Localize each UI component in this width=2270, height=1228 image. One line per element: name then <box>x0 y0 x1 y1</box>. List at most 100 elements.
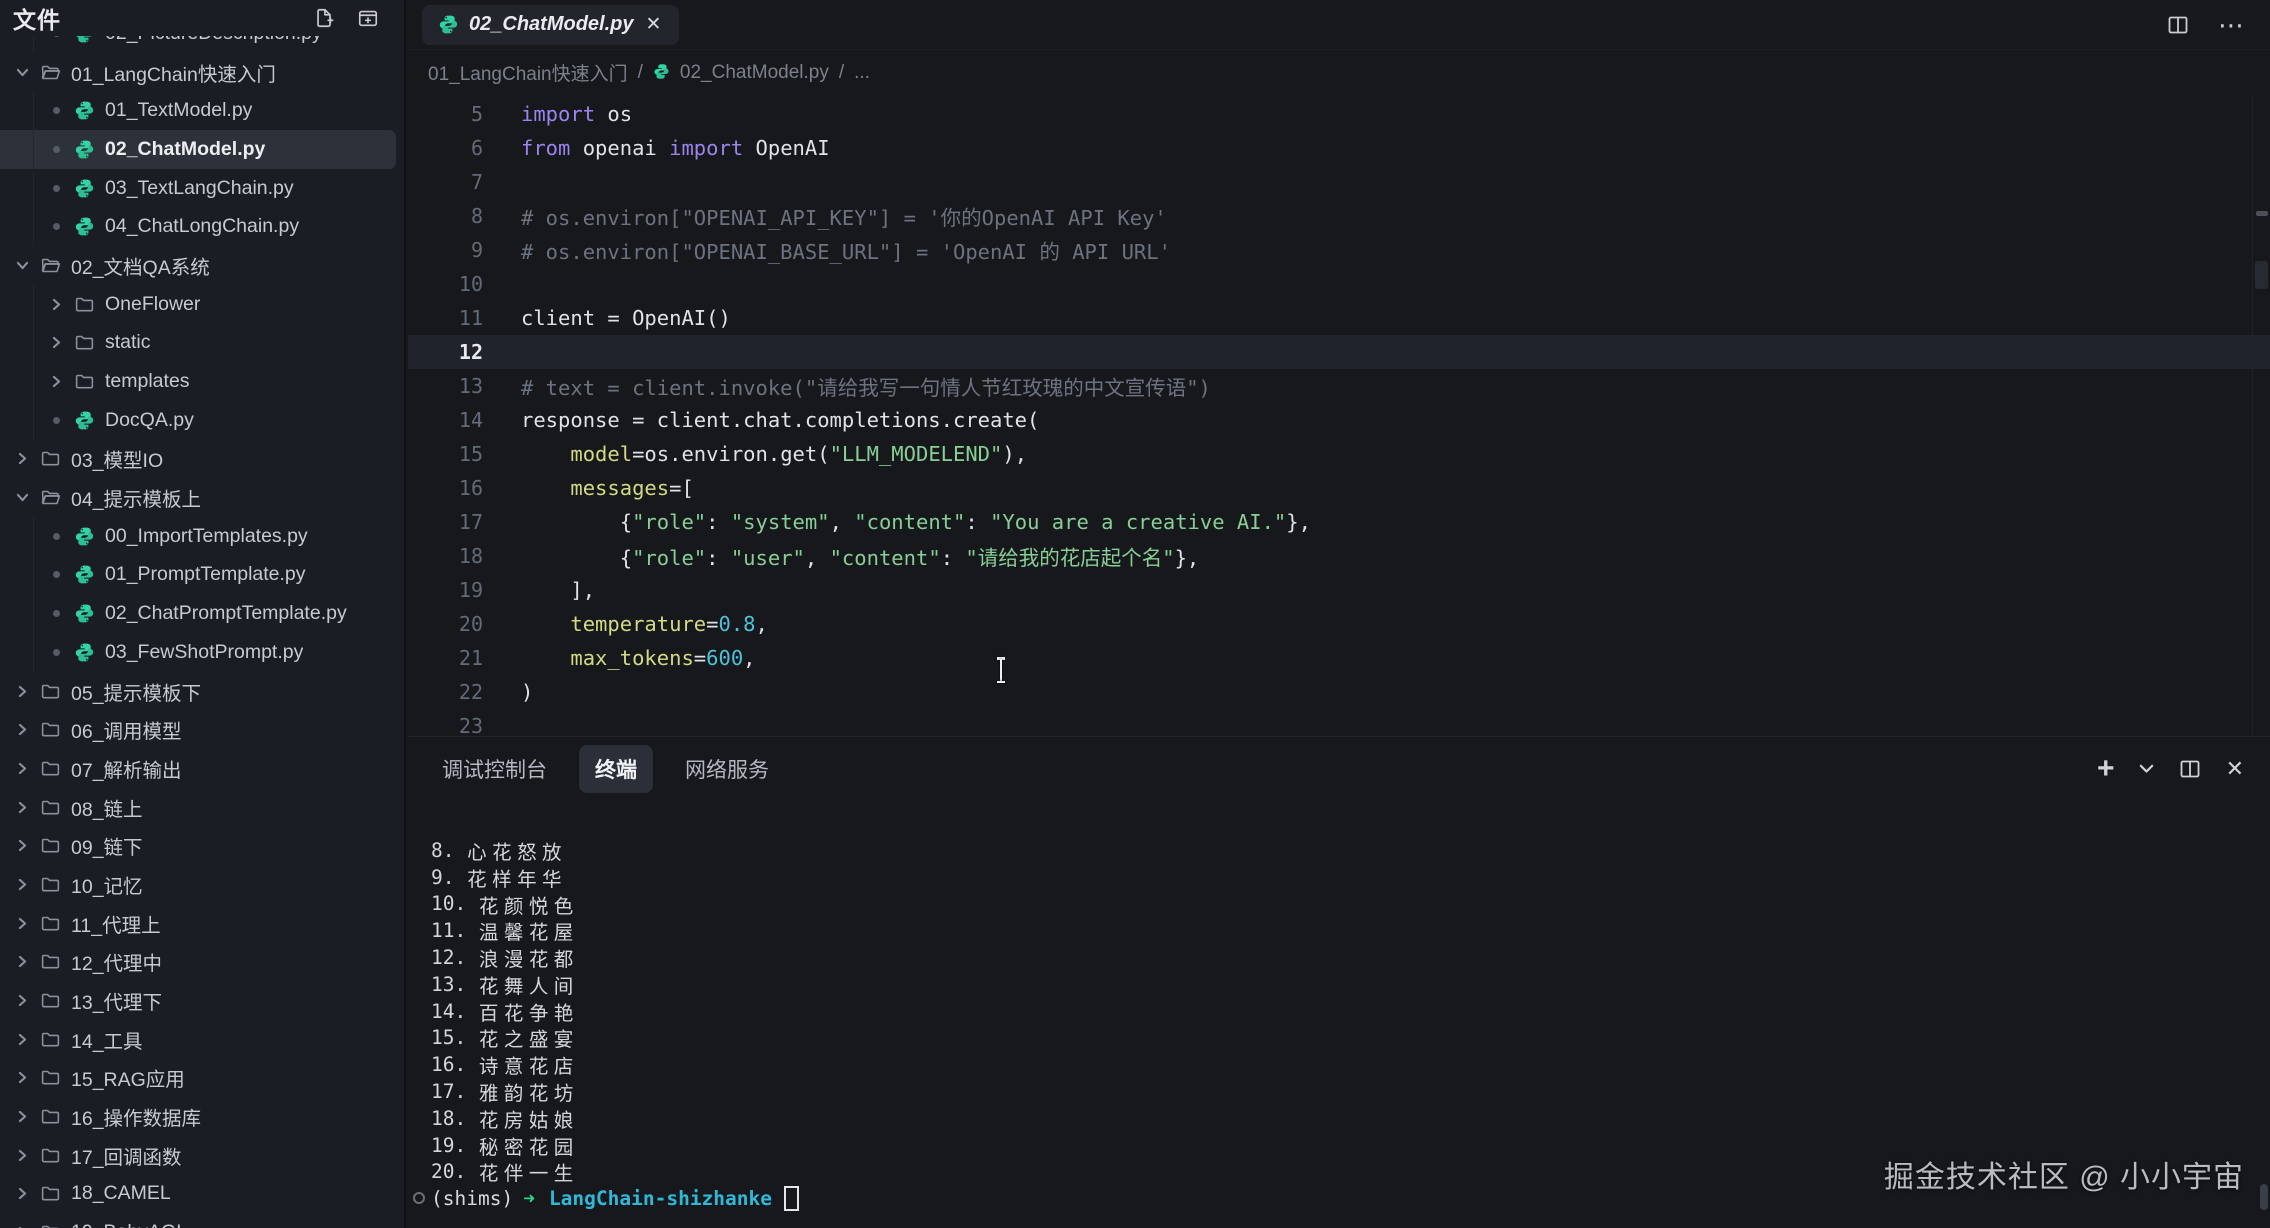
breadcrumb-symbol[interactable]: ... <box>854 62 870 84</box>
chevron-right-icon[interactable] <box>14 993 30 1009</box>
tree-item-folder[interactable]: 05_提示模板下 <box>0 672 404 711</box>
chevron-right-icon[interactable] <box>48 374 64 390</box>
tree-item-folder[interactable]: 09_链下 <box>0 826 404 865</box>
tree-item-file[interactable]: 00_ImportTemplates.py <box>0 517 404 556</box>
chevron-right-icon[interactable] <box>14 838 30 854</box>
chevron-right-icon[interactable] <box>14 799 30 815</box>
tab-label: 02_ChatModel.py <box>469 13 633 36</box>
tree-item-label: 12_代理中 <box>71 947 162 976</box>
tree-item-folder[interactable]: 10_记忆 <box>0 865 404 904</box>
editor-scrollbar[interactable] <box>2252 95 2270 735</box>
tree-item-label: 19_BabyAGI <box>71 1221 182 1228</box>
line-number: 14 <box>408 408 483 432</box>
tree-item-folder[interactable]: 04_提示模板上 <box>0 478 404 517</box>
tree-item-file[interactable]: 03_TextLangChain.py <box>0 169 404 208</box>
more-actions-icon[interactable]: ⋯ <box>2218 20 2246 30</box>
tree-item-folder[interactable]: 13_代理下 <box>0 981 404 1020</box>
chevron-right-icon[interactable] <box>14 683 30 699</box>
close-panel-icon[interactable]: ✕ <box>2226 756 2244 782</box>
scrollbar-thumb[interactable] <box>2255 261 2268 289</box>
chevron-right-icon[interactable] <box>14 451 30 467</box>
chevron-right-icon[interactable] <box>14 1225 30 1228</box>
new-file-icon[interactable] <box>312 6 336 30</box>
tree-item-folder[interactable]: 11_代理上 <box>0 904 404 943</box>
tree-item-folder[interactable]: templates <box>0 362 404 401</box>
split-panel-icon[interactable] <box>2178 757 2202 781</box>
code-line: 8# os.environ["OPENAI_API_KEY"] = '你的Ope… <box>408 199 2270 233</box>
code-line: 6from openai import OpenAI <box>408 131 2270 165</box>
chevron-right-icon[interactable] <box>48 335 64 351</box>
tree-item-folder[interactable]: 14_工具 <box>0 1020 404 1059</box>
folder-icon <box>40 1106 61 1127</box>
panel-tab[interactable]: 网络服务 <box>669 745 785 793</box>
tree-item-folder[interactable]: 17_回调函数 <box>0 1136 404 1175</box>
tree-item-label: 07_解析输出 <box>71 754 182 783</box>
folder-icon <box>40 487 61 508</box>
chevron-right-icon[interactable] <box>14 915 30 931</box>
chevron-right-icon[interactable] <box>14 954 30 970</box>
line-number: 22 <box>408 680 483 704</box>
chevron-right-icon[interactable] <box>14 876 30 892</box>
code-editor[interactable]: 5import os6from openai import OpenAI78# … <box>408 95 2270 735</box>
chevron-right-icon[interactable] <box>14 1070 30 1086</box>
tree-item-file[interactable]: 01_PromptTemplate.py <box>0 556 404 595</box>
chevron-right-icon[interactable] <box>14 760 30 776</box>
line-number: 10 <box>408 272 483 296</box>
breadcrumb: 01_LangChain快速入门 / 02_ChatModel.py / ... <box>408 50 2270 95</box>
tree-item-folder[interactable]: static <box>0 324 404 363</box>
close-tab-icon[interactable]: ✕ <box>643 13 663 36</box>
file-tree: 02_PictureDescription.py01_LangChain快速入门… <box>0 14 404 1228</box>
terminal-cursor <box>784 1186 799 1211</box>
terminal-line: 15.花之盛宴 <box>431 1025 2270 1052</box>
new-folder-icon[interactable] <box>356 6 380 30</box>
code-line: 9# os.environ["OPENAI_BASE_URL"] = 'Open… <box>408 233 2270 267</box>
panel-scrollbar-thumb[interactable] <box>2260 1184 2268 1210</box>
new-terminal-icon[interactable]: + <box>2097 759 2115 779</box>
python-icon <box>74 526 95 547</box>
tree-item-folder[interactable]: 02_文档QA系统 <box>0 246 404 285</box>
tree-item-file[interactable]: 02_ChatModel.py <box>0 130 396 169</box>
tree-item-file[interactable]: 02_ChatPromptTemplate.py <box>0 594 404 633</box>
code-line: 16 messages=[ <box>408 471 2270 505</box>
panel-tab-active[interactable]: 终端 <box>579 745 653 793</box>
chevron-right-icon[interactable] <box>14 1147 30 1163</box>
chevron-down-icon[interactable] <box>2139 764 2154 774</box>
breadcrumb-folder[interactable]: 01_LangChain快速入门 <box>428 59 628 86</box>
panel-tab[interactable]: 调试控制台 <box>426 745 563 793</box>
chevron-right-icon[interactable] <box>14 1186 30 1202</box>
tree-item-file[interactable]: 04_ChatLongChain.py <box>0 207 404 246</box>
chevron-down-icon[interactable] <box>14 490 30 506</box>
prompt-arrow-icon: ➜ <box>523 1187 535 1210</box>
chevron-down-icon[interactable] <box>14 257 30 273</box>
tree-item-file[interactable]: 01_TextModel.py <box>0 91 404 130</box>
chevron-right-icon[interactable] <box>48 296 64 312</box>
terminal-line: 13.花舞人间 <box>431 971 2270 998</box>
breadcrumb-file[interactable]: 02_ChatModel.py <box>680 62 829 84</box>
tree-item-label: 03_模型IO <box>71 444 163 473</box>
chevron-down-icon[interactable] <box>14 64 30 80</box>
explorer-header: 文件 <box>0 0 404 36</box>
tree-item-folder[interactable]: 16_操作数据库 <box>0 1097 404 1136</box>
tree-item-folder[interactable]: 08_链上 <box>0 788 404 827</box>
chevron-right-icon[interactable] <box>14 1109 30 1125</box>
tree-item-file[interactable]: 03_FewShotPrompt.py <box>0 633 404 672</box>
git-modified-dot-icon <box>48 103 64 119</box>
chevron-right-icon[interactable] <box>14 722 30 738</box>
chevron-right-icon[interactable] <box>14 1031 30 1047</box>
tree-item-folder[interactable]: 06_调用模型 <box>0 710 404 749</box>
tree-item-folder[interactable]: 12_代理中 <box>0 943 404 982</box>
tree-item-folder[interactable]: 15_RAG应用 <box>0 1059 404 1098</box>
tree-item-folder[interactable]: 19_BabyAGI <box>0 1213 404 1228</box>
tree-item-folder[interactable]: 03_模型IO <box>0 440 404 479</box>
tree-item-folder[interactable]: OneFlower <box>0 285 404 324</box>
tree-item-folder[interactable]: 01_LangChain快速入门 <box>0 53 404 92</box>
tree-item-folder[interactable]: 07_解析输出 <box>0 749 404 788</box>
folder-icon <box>40 990 61 1011</box>
tree-item-folder[interactable]: 18_CAMEL <box>0 1175 404 1214</box>
tab-02-chatmodel[interactable]: 02_ChatModel.py ✕ <box>422 5 679 45</box>
line-number: 19 <box>408 578 483 602</box>
tree-item-label: 00_ImportTemplates.py <box>105 525 308 548</box>
tree-item-label: 06_调用模型 <box>71 715 182 744</box>
split-editor-icon[interactable] <box>2166 13 2190 37</box>
tree-item-file[interactable]: DocQA.py <box>0 401 404 440</box>
